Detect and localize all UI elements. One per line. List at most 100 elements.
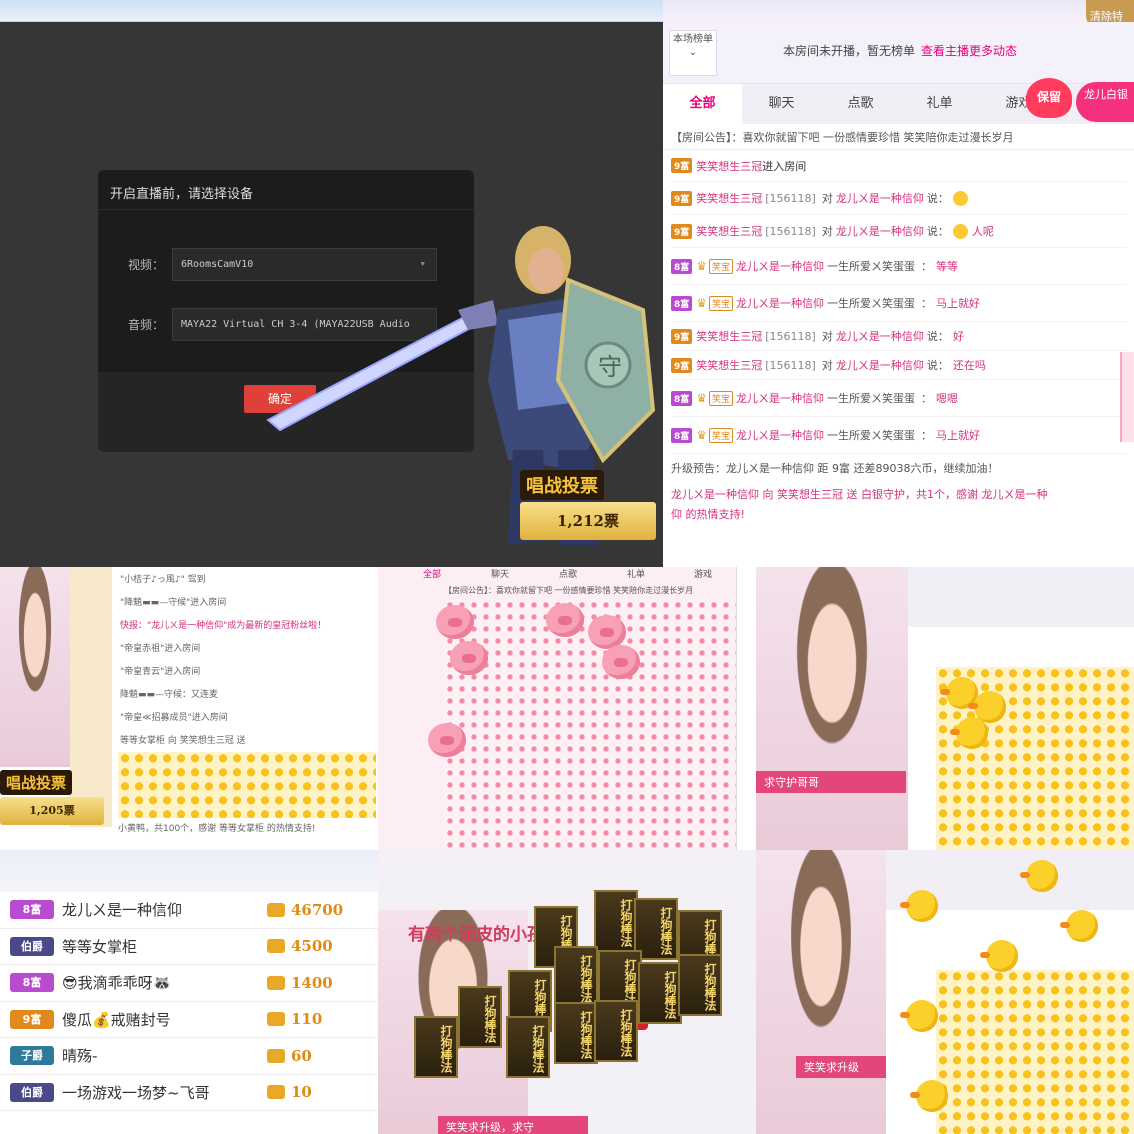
user-name[interactable]: 笑笑想生三冠 bbox=[696, 223, 762, 239]
level-badge: 9富 bbox=[671, 357, 693, 373]
user-name[interactable]: 龙儿ㄨ是一种信仰 bbox=[736, 258, 824, 274]
message-content: 好 bbox=[952, 330, 964, 343]
chat-line: 等等女掌柜 向 笑笑想生三冠 送 bbox=[120, 736, 246, 746]
chat-line: "帝皇青云"进入房间 bbox=[120, 667, 201, 677]
rank-tab[interactable]: 本场榜单 ⌄ bbox=[669, 30, 717, 76]
chat-message: 9富 笑笑想生三冠 [156118] 对龙儿ㄨ是一种信仰 说： 人呢 bbox=[671, 215, 1126, 248]
pig-icon bbox=[450, 641, 488, 675]
rank-header: 本场榜单 ⌄ 本房间未开播，暂无榜单 查看主播更多动态 bbox=[663, 22, 1134, 84]
rank-row[interactable]: 9富 傻瓜💰戒赌封号 110 bbox=[0, 1002, 378, 1038]
rank-empty-text: 本房间未开播，暂无榜单 bbox=[783, 44, 916, 58]
message-to: 一生所爱ㄨ笑蛋蛋 bbox=[827, 297, 916, 310]
user-name: 龙儿ㄨ是一种信仰 bbox=[62, 901, 183, 920]
card-effect: 打狗棒法 bbox=[554, 946, 598, 1008]
rank-row[interactable]: 子爵 晴殇- 60 bbox=[0, 1038, 378, 1075]
rank-row[interactable]: 伯爵 等等女掌柜 4500 bbox=[0, 929, 378, 965]
tab-song[interactable]: 点歌 bbox=[534, 567, 602, 581]
user-name[interactable]: 龙儿ㄨ是一种信仰 bbox=[736, 390, 824, 406]
user-name[interactable]: 龙儿ㄨ是一种信仰 bbox=[736, 295, 824, 311]
duck-icon bbox=[950, 717, 988, 749]
message-content: 还在吗 bbox=[952, 359, 986, 372]
tab-all[interactable]: 全部 bbox=[663, 84, 742, 124]
tile1-vote-widget[interactable]: 唱战投票 1,205票 bbox=[0, 770, 104, 825]
tab-games[interactable]: 游戏 bbox=[670, 567, 736, 581]
coin-value: 110 bbox=[291, 1010, 323, 1029]
rank-row[interactable]: 8富 😎我滴乖乖呀🦝 1400 bbox=[0, 965, 378, 1002]
crown-icon: ♛ bbox=[696, 259, 708, 273]
vip-badge: 笑宝 bbox=[709, 427, 734, 443]
tile1-footer: 小黄鸭，共100个，感谢 等等女掌柜 的热情支持! bbox=[118, 824, 316, 834]
pig-icon bbox=[588, 615, 626, 649]
card-effect: 打狗棒法 bbox=[506, 1016, 550, 1078]
gift-notice-line1: 龙儿ㄨ是一种信仰 向 笑笑想生三冠 送 白银守护，共1个，感谢 龙儿ㄨ是一种 bbox=[671, 488, 1048, 501]
duck-icon bbox=[900, 1000, 938, 1032]
chat-line: 降魈▬▬—守候：又连麦 bbox=[120, 690, 219, 700]
room-notice: 【房间公告】：喜欢你就留下吧 一份感情要珍惜 笑笑陪你走过漫长岁月 bbox=[663, 124, 1134, 150]
level-badge: 8富 bbox=[671, 427, 693, 443]
rank-row[interactable]: 8富 龙儿ㄨ是一种信仰 46700 bbox=[0, 892, 378, 929]
chat-line: "降魈▬▬—守候"进入房间 bbox=[120, 598, 227, 608]
coin-value: 10 bbox=[291, 1083, 312, 1102]
vote-label: 唱战投票 bbox=[520, 470, 604, 500]
message-verb: ： bbox=[921, 260, 933, 273]
tab-chat[interactable]: 聊天 bbox=[466, 567, 534, 581]
coin-value: 4500 bbox=[291, 937, 333, 956]
duck-icon bbox=[1060, 910, 1098, 942]
guard-badge[interactable]: 龙儿​白银 bbox=[1076, 82, 1134, 122]
chat-message: 9富 笑笑想生三冠 [156118] 对龙儿ㄨ是一种信仰 说：好 bbox=[671, 322, 1126, 351]
target-name[interactable]: 龙儿ㄨ是一种信仰 bbox=[836, 328, 924, 344]
vote-count: 1,212票 bbox=[520, 502, 656, 540]
chat-message: 9富 笑笑想生三冠 进入房间 bbox=[671, 150, 1126, 182]
tab-all[interactable]: 全部 bbox=[398, 567, 466, 581]
tile2-notice: 【房间公告】：喜欢你就留下吧 一份感情要珍惜 笑笑陪你走过漫长岁月 bbox=[444, 586, 694, 595]
user-name: 😎我滴乖乖呀🦝 bbox=[62, 974, 172, 993]
message-verb: 说： bbox=[926, 192, 949, 205]
user-name[interactable]: 笑笑想生三冠 bbox=[696, 328, 762, 344]
user-name: 晴殇- bbox=[62, 1047, 98, 1066]
message-to: 一生所爱ㄨ笑蛋蛋 bbox=[827, 429, 916, 442]
guard-request-bar: 求守护哥哥 bbox=[756, 771, 906, 793]
target-name[interactable]: 龙儿ㄨ是一种信仰 bbox=[836, 357, 924, 373]
user-name[interactable]: 龙儿ㄨ是一种信仰 bbox=[736, 427, 824, 443]
user-name[interactable]: 笑笑想生三冠 bbox=[696, 158, 762, 174]
crown-icon: ♛ bbox=[696, 296, 708, 310]
chat-message: 8富 ♛ 笑宝 龙儿ㄨ是一种信仰 一生所爱ㄨ笑蛋蛋 ：嗯嗯 bbox=[671, 380, 1126, 417]
video-select-value: 6RoomsCamV10 bbox=[181, 259, 254, 270]
chat-line: 快报："龙儿ㄨ是一种信仰"成为最新的皇冠粉丝啦！ bbox=[120, 621, 327, 631]
user-id: [156118] bbox=[765, 224, 816, 238]
chat-message: 9富 笑笑想生三冠 [156118] 对龙儿ㄨ是一种信仰 说： bbox=[671, 182, 1126, 215]
upgrade-notice: 升级预告：龙儿ㄨ是一种信仰 距 9富 还差89038六币，继续加油！ bbox=[671, 462, 999, 475]
card-effect: 打狗棒法 bbox=[638, 962, 682, 1024]
user-id: [156118] bbox=[765, 191, 816, 205]
coin-icon bbox=[267, 902, 285, 917]
vote-widget[interactable]: 唱战投票 1,212票 bbox=[520, 470, 656, 540]
gift-notice-line2: 仰 的热情支持! bbox=[671, 508, 745, 521]
rank-row[interactable]: 伯爵 一场游戏一场梦~飞哥 10 bbox=[0, 1075, 378, 1111]
rank-message: 本房间未开播，暂无榜单 查看主播更多动态 bbox=[783, 42, 1017, 59]
target-name[interactable]: 龙儿ㄨ是一种信仰 bbox=[836, 223, 924, 239]
user-name[interactable]: 笑笑想生三冠 bbox=[696, 190, 762, 206]
card-effect: 打狗棒法 bbox=[554, 1002, 598, 1064]
tab-song[interactable]: 点歌 bbox=[821, 84, 900, 124]
message-verb: ： bbox=[921, 429, 933, 442]
tile1-chat: "小桔子♪っ風♪" 驾到 "降魈▬▬—守候"进入房间 快报："龙儿ㄨ是一种信仰"成为… bbox=[116, 569, 378, 753]
tab-gifts[interactable]: 礼单 bbox=[602, 567, 670, 581]
rank-more-link[interactable]: 查看主播更多动态 bbox=[921, 44, 1017, 58]
target-name[interactable]: 龙儿ㄨ是一种信仰 bbox=[836, 190, 924, 206]
coin-icon bbox=[267, 1012, 285, 1027]
chat-tabs: 全部 聊天 点歌 礼单 游戏 保留 龙儿​白银 bbox=[663, 78, 1134, 124]
level-badge: 子爵 bbox=[10, 1046, 54, 1066]
user-name[interactable]: 笑笑想生三冠 bbox=[696, 357, 762, 373]
pig-icon bbox=[436, 605, 474, 639]
user-id: [156118] bbox=[765, 329, 816, 343]
tab-chat[interactable]: 聊天 bbox=[742, 84, 821, 124]
message-content: 马上就好 bbox=[936, 297, 981, 310]
coin-value: 46700 bbox=[291, 900, 344, 919]
top-strip bbox=[0, 0, 663, 22]
streamer-video bbox=[756, 567, 908, 850]
tile-chat-ducks: "小桔子♪っ風♪" 驾到 "降魈▬▬—守候"进入房间 快报："龙儿ㄨ是一种信仰"成为… bbox=[0, 567, 378, 850]
keep-heart-button[interactable]: 保留 bbox=[1026, 78, 1072, 118]
tab-gifts[interactable]: 礼单 bbox=[900, 84, 979, 124]
svg-text:守: 守 bbox=[598, 353, 622, 381]
level-badge: 9富 bbox=[671, 223, 693, 239]
